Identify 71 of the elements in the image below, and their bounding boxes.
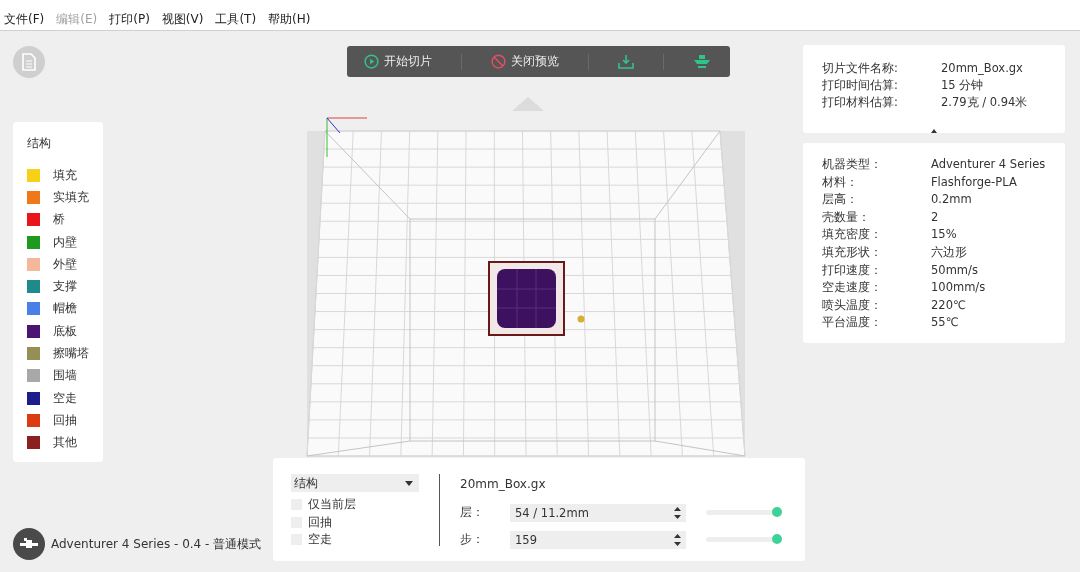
slider-label: 层： <box>460 505 485 520</box>
legend-label: 其他 <box>53 435 77 451</box>
info-label: 打印材料估算: <box>822 94 899 111</box>
info-label: 材料： <box>822 173 859 191</box>
legend-label: 填充 <box>53 167 77 183</box>
file-name: 20mm_Box.gx <box>460 477 547 491</box>
checkbox-label: 空走 <box>308 532 332 548</box>
view-dropdown[interactable]: 结构 <box>291 474 419 492</box>
info-value: 15 分钟 <box>941 77 984 94</box>
dropdown-caret-icon <box>405 480 413 486</box>
legend-label: 底板 <box>53 323 77 339</box>
info-value: 0.2mm <box>931 191 972 209</box>
caret-icon <box>931 129 937 133</box>
legend-label: 实填充 <box>53 189 89 205</box>
info-label: 空走速度： <box>822 279 883 297</box>
slider-thumb[interactable] <box>772 507 782 517</box>
spin-field[interactable]: 54 / 11.2mm <box>510 503 686 522</box>
info-label: 打印速度： <box>822 261 883 279</box>
info-label: 填充形状： <box>822 243 883 261</box>
legend-label: 回抽 <box>53 412 77 428</box>
info-value: Flashforge-PLA <box>931 173 1017 191</box>
spinner-arrows-icon <box>674 533 681 546</box>
info-value: Adventurer 4 Series <box>931 156 1046 173</box>
info-value: 20mm_Box.gx <box>941 60 1023 77</box>
prohibited-icon <box>491 54 507 69</box>
info-label: 平台温度： <box>822 314 883 332</box>
info-label: 喷头温度： <box>822 296 883 314</box>
menu-item[interactable]: 文件(F) <box>4 10 45 28</box>
checkbox-label: 回抽 <box>308 514 332 530</box>
info-value: 50mm/s <box>931 261 978 279</box>
legend-label: 支撑 <box>53 279 77 295</box>
info-value: 2.79克 / 0.94米 <box>941 94 1028 111</box>
slider-label: 步： <box>460 532 485 547</box>
legend-label: 空走 <box>53 390 77 406</box>
axes-icon <box>326 117 368 158</box>
info-label: 切片文件名称: <box>822 60 899 77</box>
legend-label: 围墙 <box>53 368 77 384</box>
info-value: 2 <box>931 208 939 226</box>
toolbar-button[interactable]: 关闭预览 <box>485 51 566 72</box>
spin-field[interactable]: 159 <box>510 530 686 549</box>
menu-item[interactable]: 视图(V) <box>161 10 204 28</box>
status-text: Adventurer 4 Series - 0.4 - 普通模式 <box>51 535 262 553</box>
legend-label: 擦嘴塔 <box>53 346 89 361</box>
info-label: 填充密度： <box>822 226 883 244</box>
document-icon[interactable] <box>13 46 45 78</box>
legend-label: 内壁 <box>53 234 77 250</box>
info-label: 层高： <box>822 191 859 209</box>
legend-label: 外壁 <box>53 256 77 272</box>
machine-icon[interactable] <box>13 528 45 560</box>
info-value: 六边形 <box>931 243 967 261</box>
spinner-arrows-icon <box>674 506 681 519</box>
menu-item[interactable]: 打印(P) <box>109 10 150 28</box>
info-value: 15% <box>931 226 957 244</box>
play-icon <box>364 54 380 69</box>
info-value: 55℃ <box>931 314 959 332</box>
menu-item[interactable]: 帮助(H) <box>268 10 311 28</box>
info-label: 机器类型： <box>822 156 883 173</box>
info-label: 壳数量： <box>822 208 871 226</box>
info-label: 打印时间估算: <box>822 77 899 94</box>
checkbox-label: 仅当前层 <box>308 497 356 513</box>
legend-label: 帽檐 <box>53 301 77 317</box>
toolbar-button[interactable]: 开始切片 <box>358 51 439 72</box>
printer-nozzle-icon <box>692 53 713 70</box>
info-value: 220℃ <box>931 296 966 314</box>
slider-thumb[interactable] <box>772 534 782 544</box>
menu-item[interactable]: 工具(T) <box>215 10 257 28</box>
legend-label: 桥 <box>53 212 65 228</box>
nozzle-marker-icon <box>577 315 585 323</box>
legend-title: 结构 <box>27 136 52 151</box>
download-icon <box>617 54 634 69</box>
info-value: 100mm/s <box>931 279 986 297</box>
